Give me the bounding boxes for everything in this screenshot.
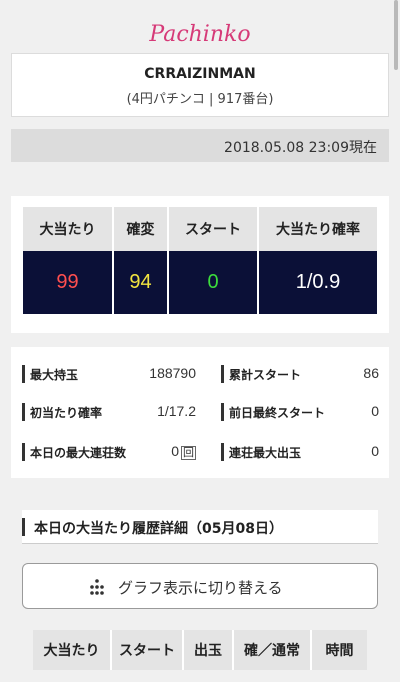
info-value: 86 bbox=[363, 365, 379, 381]
streak-count: 0 bbox=[171, 443, 179, 459]
stats-header-kakuhen: 確変 bbox=[113, 207, 169, 251]
stats-table: 大当たり 確変 スタート 大当たり確率 99 94 0 1/0.9 bbox=[23, 207, 377, 314]
info-label: 本日の最大連荘数 bbox=[30, 446, 127, 460]
info-label: 累計スタート bbox=[229, 368, 302, 382]
toggle-graph-label: グラフ表示に切り替える bbox=[118, 579, 283, 597]
history-title: 本日の大当たり履歴詳細（05月08日） bbox=[34, 521, 283, 537]
info-marker bbox=[221, 403, 224, 421]
history-col-jackpot: 大当たり bbox=[33, 630, 112, 670]
info-total-start: 累計スタート 86 bbox=[221, 362, 383, 386]
info-marker bbox=[22, 403, 25, 421]
history-col-time: 時間 bbox=[311, 630, 367, 670]
streak-unit: 回 bbox=[181, 446, 196, 460]
stats-value-jackpot: 99 bbox=[23, 251, 114, 314]
info-marker bbox=[22, 443, 25, 461]
info-marker bbox=[221, 443, 224, 461]
stats-panel: 大当たり 確変 スタート 大当たり確率 99 94 0 1/0.9 bbox=[11, 196, 389, 333]
info-label: 初当たり確率 bbox=[30, 406, 103, 420]
stats-value-probability: 1/0.9 bbox=[258, 251, 377, 314]
info-marker bbox=[22, 365, 25, 383]
machine-card: CRRAIZINMAN (4円パチンコ | 917番台) bbox=[11, 53, 389, 117]
history-table-grid: 大当たり スタート 出玉 確／通常 時間 bbox=[33, 630, 367, 670]
scrollbar-thumb[interactable] bbox=[394, 0, 398, 70]
stats-header-probability: 大当たり確率 bbox=[258, 207, 377, 251]
history-col-payout: 出玉 bbox=[183, 630, 234, 670]
brand-logo[interactable]: Pachinko bbox=[0, 22, 400, 47]
info-max-streak-payout: 連荘最大出玉 0 bbox=[221, 440, 383, 464]
history-section-header: 本日の大当たり履歴詳細（05月08日） bbox=[22, 510, 378, 544]
info-max-streak: 本日の最大連荘数 0回 bbox=[22, 440, 200, 464]
stats-header-jackpot: 大当たり bbox=[23, 207, 114, 251]
top-header: Pachinko bbox=[0, 0, 400, 52]
stats-header-row: 大当たり 確変 スタート 大当たり確率 bbox=[23, 207, 377, 251]
stats-header-start: スタート bbox=[168, 207, 259, 251]
machine-subtitle: (4円パチンコ | 917番台) bbox=[126, 92, 274, 107]
history-col-mode: 確／通常 bbox=[233, 630, 312, 670]
info-marker bbox=[221, 365, 224, 383]
info-value: 0回 bbox=[171, 443, 196, 460]
info-value: 0 bbox=[371, 443, 379, 459]
history-col-start: スタート bbox=[111, 630, 184, 670]
toggle-graph-button[interactable]: グラフ表示に切り替える bbox=[22, 563, 378, 609]
machine-name: CRRAIZINMAN bbox=[144, 66, 256, 82]
info-label: 前日最終スタート bbox=[229, 406, 326, 420]
info-panel: 最大持玉 188790 累計スタート 86 初当たり確率 1/17.2 前日最終… bbox=[11, 347, 389, 478]
info-label: 連荘最大出玉 bbox=[229, 446, 302, 460]
info-value: 188790 bbox=[149, 365, 196, 381]
history-header-row: 大当たり スタート 出玉 確／通常 時間 bbox=[33, 630, 367, 670]
stats-value-kakuhen: 94 bbox=[113, 251, 169, 314]
timestamp-bar: 2018.05.08 23:09現在 bbox=[11, 129, 389, 162]
history-table: 大当たり スタート 出玉 確／通常 時間 bbox=[33, 630, 367, 670]
section-marker bbox=[22, 518, 25, 536]
info-prev-day-start: 前日最終スタート 0 bbox=[221, 400, 383, 424]
info-value: 1/17.2 bbox=[157, 403, 196, 419]
stats-value-row: 99 94 0 1/0.9 bbox=[23, 251, 377, 314]
info-max-balls: 最大持玉 188790 bbox=[22, 362, 200, 386]
info-value: 0 bbox=[371, 403, 379, 419]
grid-icon bbox=[90, 579, 104, 595]
update-timestamp: 2018.05.08 23:09現在 bbox=[224, 140, 377, 156]
info-first-hit-probability: 初当たり確率 1/17.2 bbox=[22, 400, 200, 424]
stats-value-start: 0 bbox=[168, 251, 259, 314]
info-label: 最大持玉 bbox=[30, 368, 79, 382]
